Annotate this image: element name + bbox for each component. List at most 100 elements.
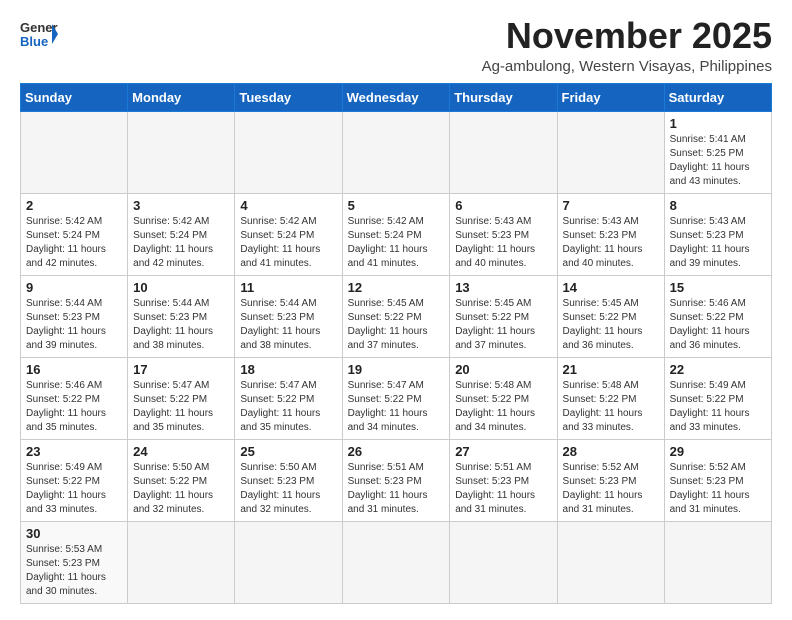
day-number: 15	[670, 280, 766, 295]
day-info: Sunrise: 5:45 AM Sunset: 5:22 PM Dayligh…	[348, 297, 445, 353]
calendar-day-cell	[235, 111, 342, 193]
day-number: 18	[240, 362, 336, 377]
weekday-header-saturday: Saturday	[664, 83, 771, 111]
day-number: 27	[455, 444, 551, 459]
calendar-day-cell: 18 Sunrise: 5:47 AM Sunset: 5:22 PM Dayli…	[235, 357, 342, 439]
calendar-week-row: 1 Sunrise: 5:41 AM Sunset: 5:25 PM Daylig…	[21, 111, 772, 193]
day-info: Sunrise: 5:41 AM Sunset: 5:25 PM Dayligh…	[670, 133, 766, 189]
day-number: 13	[455, 280, 551, 295]
calendar-week-row: 2Sunrise: 5:42 AM Sunset: 5:24 PM Daylig…	[21, 193, 772, 275]
calendar-day-cell: 25 Sunrise: 5:50 AM Sunset: 5:23 PM Dayli…	[235, 439, 342, 521]
calendar-day-cell: 13Sunrise: 5:45 AM Sunset: 5:22 PM Dayli…	[450, 275, 557, 357]
day-number: 24	[133, 444, 229, 459]
day-number: 23	[26, 444, 122, 459]
day-info: Sunrise: 5:45 AM Sunset: 5:22 PM Dayligh…	[563, 297, 659, 353]
calendar-day-cell: 5Sunrise: 5:42 AM Sunset: 5:24 PM Daylig…	[342, 193, 450, 275]
day-info: Sunrise: 5:50 AM Sunset: 5:23 PM Dayligh…	[240, 461, 336, 517]
day-number: 22	[670, 362, 766, 377]
logo: General Blue	[20, 16, 58, 54]
day-number: 20	[455, 362, 551, 377]
calendar-week-row: 16Sunrise: 5:46 AM Sunset: 5:22 PM Dayli…	[21, 357, 772, 439]
day-info: Sunrise: 5:47 AM Sunset: 5:22 PM Dayligh…	[133, 379, 229, 435]
day-number: 7	[563, 198, 659, 213]
calendar-day-cell: 3Sunrise: 5:42 AM Sunset: 5:24 PM Daylig…	[128, 193, 235, 275]
calendar-day-cell	[128, 111, 235, 193]
logo-icon: General Blue	[20, 16, 58, 54]
day-info: Sunrise: 5:48 AM Sunset: 5:22 PM Dayligh…	[455, 379, 551, 435]
calendar-day-cell	[342, 111, 450, 193]
calendar-week-row: 9 Sunrise: 5:44 AM Sunset: 5:23 PM Daylig…	[21, 275, 772, 357]
calendar-day-cell: 29Sunrise: 5:52 AM Sunset: 5:23 PM Dayli…	[664, 439, 771, 521]
calendar-day-cell	[450, 521, 557, 603]
calendar-day-cell: 8 Sunrise: 5:43 AM Sunset: 5:23 PM Daylig…	[664, 193, 771, 275]
day-info: Sunrise: 5:43 AM Sunset: 5:23 PM Dayligh…	[670, 215, 766, 271]
day-info: Sunrise: 5:48 AM Sunset: 5:22 PM Dayligh…	[563, 379, 659, 435]
weekday-header-sunday: Sunday	[21, 83, 128, 111]
day-number: 25	[240, 444, 336, 459]
day-number: 6	[455, 198, 551, 213]
calendar-day-cell: 28Sunrise: 5:52 AM Sunset: 5:23 PM Dayli…	[557, 439, 664, 521]
weekday-header-wednesday: Wednesday	[342, 83, 450, 111]
day-number: 8	[670, 198, 766, 213]
day-number: 9	[26, 280, 122, 295]
day-number: 1	[670, 116, 766, 131]
day-info: Sunrise: 5:53 AM Sunset: 5:23 PM Dayligh…	[26, 543, 122, 599]
day-number: 4	[240, 198, 336, 213]
calendar-day-cell: 21Sunrise: 5:48 AM Sunset: 5:22 PM Dayli…	[557, 357, 664, 439]
weekday-header-tuesday: Tuesday	[235, 83, 342, 111]
calendar-day-cell: 10 Sunrise: 5:44 AM Sunset: 5:23 PM Dayli…	[128, 275, 235, 357]
calendar-day-cell: 14Sunrise: 5:45 AM Sunset: 5:22 PM Dayli…	[557, 275, 664, 357]
page-header: General Blue November 2025 Ag-ambulong, …	[20, 16, 772, 75]
day-info: Sunrise: 5:44 AM Sunset: 5:23 PM Dayligh…	[26, 297, 122, 353]
calendar-day-cell: 30 Sunrise: 5:53 AM Sunset: 5:23 PM Dayli…	[21, 521, 128, 603]
calendar-day-cell	[664, 521, 771, 603]
day-number: 12	[348, 280, 445, 295]
day-info: Sunrise: 5:42 AM Sunset: 5:24 PM Dayligh…	[240, 215, 336, 271]
day-info: Sunrise: 5:44 AM Sunset: 5:23 PM Dayligh…	[133, 297, 229, 353]
day-info: Sunrise: 5:46 AM Sunset: 5:22 PM Dayligh…	[26, 379, 122, 435]
day-info: Sunrise: 5:52 AM Sunset: 5:23 PM Dayligh…	[670, 461, 766, 517]
day-number: 17	[133, 362, 229, 377]
calendar-day-cell: 19 Sunrise: 5:47 AM Sunset: 5:22 PM Dayli…	[342, 357, 450, 439]
day-info: Sunrise: 5:49 AM Sunset: 5:22 PM Dayligh…	[670, 379, 766, 435]
calendar-day-cell: 23 Sunrise: 5:49 AM Sunset: 5:22 PM Dayli…	[21, 439, 128, 521]
calendar-day-cell: 24Sunrise: 5:50 AM Sunset: 5:22 PM Dayli…	[128, 439, 235, 521]
weekday-header-thursday: Thursday	[450, 83, 557, 111]
day-info: Sunrise: 5:51 AM Sunset: 5:23 PM Dayligh…	[348, 461, 445, 517]
location-title: Ag-ambulong, Western Visayas, Philippine…	[482, 58, 772, 75]
day-number: 28	[563, 444, 659, 459]
calendar-week-row: 30 Sunrise: 5:53 AM Sunset: 5:23 PM Dayli…	[21, 521, 772, 603]
day-info: Sunrise: 5:47 AM Sunset: 5:22 PM Dayligh…	[348, 379, 445, 435]
calendar-day-cell	[342, 521, 450, 603]
day-info: Sunrise: 5:42 AM Sunset: 5:24 PM Dayligh…	[133, 215, 229, 271]
day-info: Sunrise: 5:43 AM Sunset: 5:23 PM Dayligh…	[455, 215, 551, 271]
weekday-header-row: SundayMondayTuesdayWednesdayThursdayFrid…	[21, 83, 772, 111]
calendar-day-cell: 17 Sunrise: 5:47 AM Sunset: 5:22 PM Dayli…	[128, 357, 235, 439]
calendar-day-cell: 6 Sunrise: 5:43 AM Sunset: 5:23 PM Daylig…	[450, 193, 557, 275]
day-number: 10	[133, 280, 229, 295]
day-number: 26	[348, 444, 445, 459]
calendar-day-cell	[450, 111, 557, 193]
day-info: Sunrise: 5:44 AM Sunset: 5:23 PM Dayligh…	[240, 297, 336, 353]
day-info: Sunrise: 5:47 AM Sunset: 5:22 PM Dayligh…	[240, 379, 336, 435]
calendar-day-cell: 16Sunrise: 5:46 AM Sunset: 5:22 PM Dayli…	[21, 357, 128, 439]
calendar-table: SundayMondayTuesdayWednesdayThursdayFrid…	[20, 83, 772, 604]
day-info: Sunrise: 5:51 AM Sunset: 5:23 PM Dayligh…	[455, 461, 551, 517]
calendar-day-cell: 12 Sunrise: 5:45 AM Sunset: 5:22 PM Dayli…	[342, 275, 450, 357]
calendar-day-cell	[557, 521, 664, 603]
svg-text:Blue: Blue	[20, 34, 48, 49]
calendar-day-cell: 7 Sunrise: 5:43 AM Sunset: 5:23 PM Daylig…	[557, 193, 664, 275]
day-info: Sunrise: 5:43 AM Sunset: 5:23 PM Dayligh…	[563, 215, 659, 271]
day-info: Sunrise: 5:49 AM Sunset: 5:22 PM Dayligh…	[26, 461, 122, 517]
day-number: 19	[348, 362, 445, 377]
calendar-day-cell	[235, 521, 342, 603]
day-number: 30	[26, 526, 122, 541]
title-area: November 2025 Ag-ambulong, Western Visay…	[482, 16, 772, 75]
month-title: November 2025	[482, 16, 772, 56]
day-info: Sunrise: 5:42 AM Sunset: 5:24 PM Dayligh…	[26, 215, 122, 271]
calendar-day-cell: 15Sunrise: 5:46 AM Sunset: 5:22 PM Dayli…	[664, 275, 771, 357]
day-number: 11	[240, 280, 336, 295]
day-info: Sunrise: 5:42 AM Sunset: 5:24 PM Dayligh…	[348, 215, 445, 271]
calendar-day-cell: 4 Sunrise: 5:42 AM Sunset: 5:24 PM Daylig…	[235, 193, 342, 275]
calendar-day-cell: 20 Sunrise: 5:48 AM Sunset: 5:22 PM Dayli…	[450, 357, 557, 439]
